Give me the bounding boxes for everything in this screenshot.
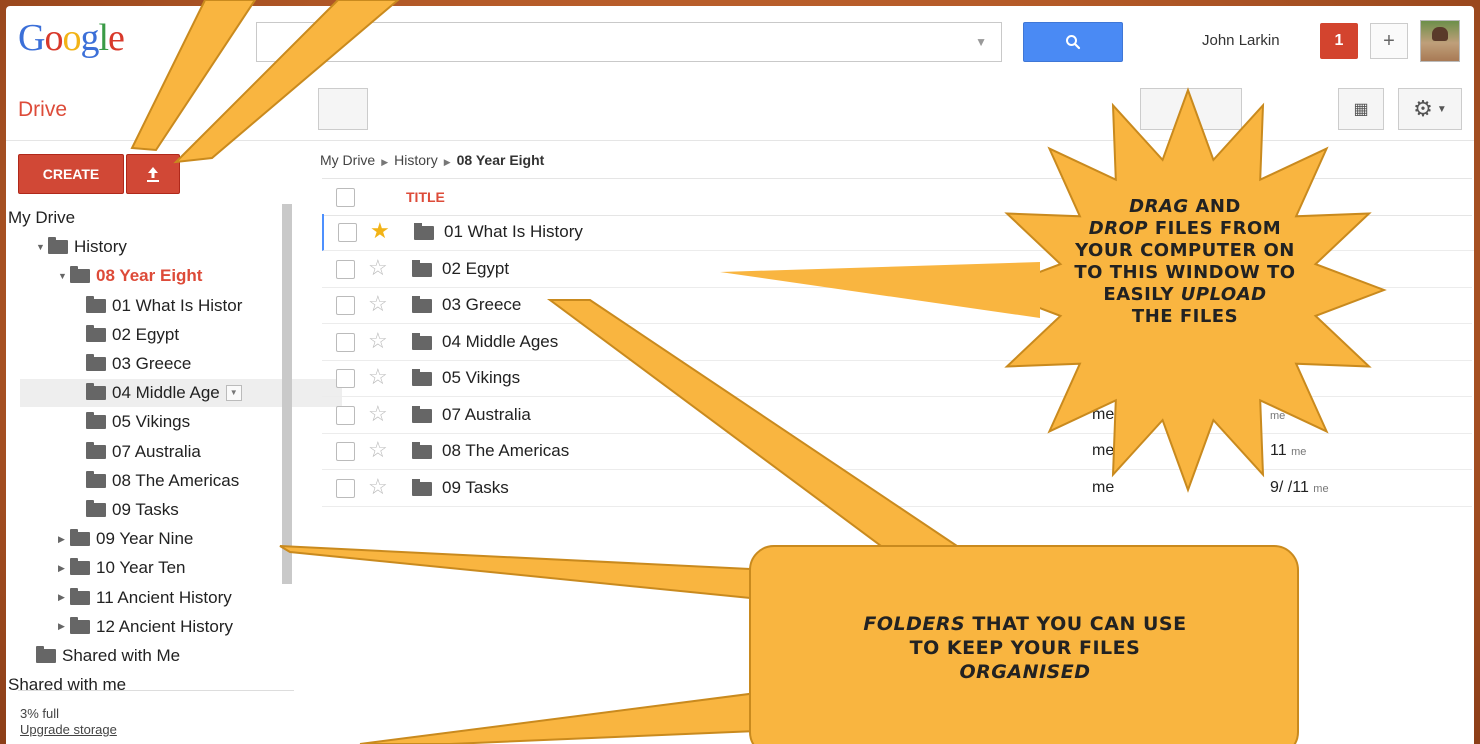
callout-emphasis: organised <box>959 661 1091 683</box>
callout-text-segment: and <box>1188 196 1241 217</box>
callout-text-segment: the files <box>1131 306 1239 327</box>
callout-text-segment: to this window to <box>1074 262 1296 283</box>
callout-line: to this window to <box>1020 262 1350 284</box>
callout-line: the files <box>1020 306 1350 328</box>
callout-text-segment: files from <box>1148 218 1282 239</box>
folders-pointer-list <box>546 299 963 562</box>
drag-drop-pointer <box>720 262 1040 318</box>
callout-text-segment: your computer on <box>1075 240 1295 261</box>
callout-emphasis: Drop <box>1088 218 1149 239</box>
callout-text-segment: to keep your files <box>909 637 1141 659</box>
callout-line: Drag and <box>1020 196 1350 218</box>
folders-pointer-bottom <box>359 688 781 744</box>
folders-callout-text: Folders that you can use to keep your fil… <box>790 612 1260 684</box>
callout-line: organised <box>790 660 1260 684</box>
callout-emphasis: Drag <box>1129 196 1189 217</box>
callout-text-segment: that you can use <box>965 613 1187 635</box>
callout-emphasis: Folders <box>863 613 966 635</box>
callout-line: Folders that you can use <box>790 612 1260 636</box>
drag-drop-callout-text: Drag and Drop files from your computer on t… <box>1020 196 1350 328</box>
callout-line: easily upload <box>1020 284 1350 306</box>
callout-line: to keep your files <box>790 636 1260 660</box>
callout-emphasis: upload <box>1180 284 1267 305</box>
callout-text-segment: easily <box>1103 284 1181 305</box>
callout-line: your computer on <box>1020 240 1350 262</box>
folders-pointer-sidebar <box>279 545 771 602</box>
callout-line: Drop files from <box>1020 218 1350 240</box>
